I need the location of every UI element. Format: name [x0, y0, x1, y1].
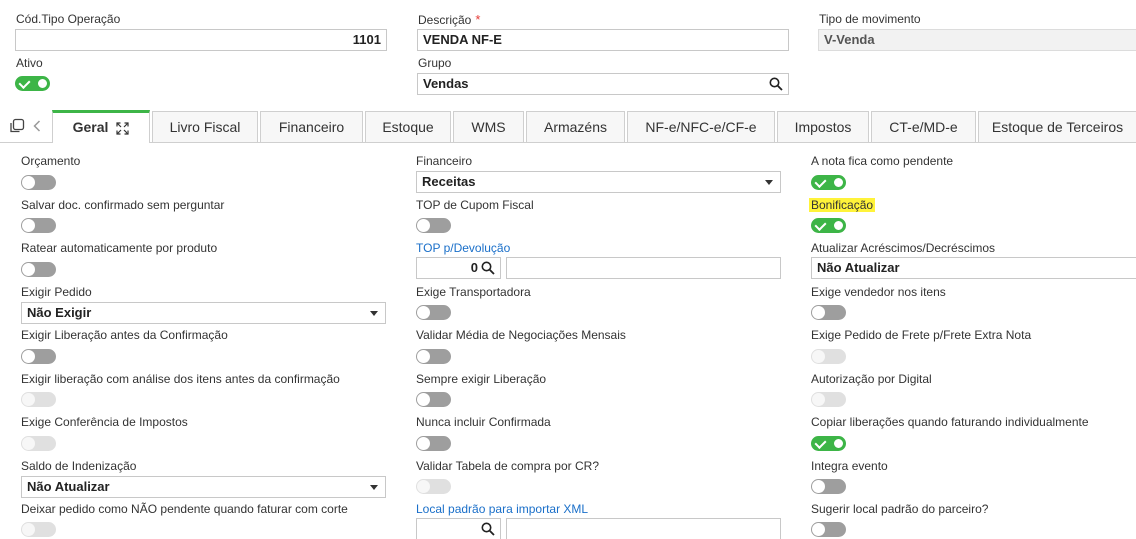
salvar-doc-toggle[interactable] [21, 218, 56, 233]
tab-estoque-terceiros[interactable]: Estoque de Terceiros [978, 111, 1136, 142]
top-devolucao-description-input[interactable] [506, 257, 781, 279]
chevron-left-icon[interactable] [32, 120, 42, 132]
search-icon[interactable] [481, 522, 495, 536]
exigir-liberacao-toggle[interactable] [21, 349, 56, 364]
exige-vendedor-toggle[interactable] [811, 305, 846, 320]
chevron-down-icon [370, 485, 378, 490]
saldo-indenizacao-value: Não Atualizar [27, 479, 110, 494]
top-devolucao-value: 0 [470, 260, 478, 275]
copy-icon[interactable] [9, 118, 25, 134]
search-icon[interactable] [769, 77, 783, 91]
integra-evento-toggle[interactable] [811, 479, 846, 494]
financeiro-select[interactable]: Receitas [416, 171, 781, 193]
atualizar-acrescimos-select[interactable]: Não Atualizar [811, 257, 1136, 279]
integra-evento-label: Integra evento [811, 459, 888, 473]
descricao-label: Descrição * [418, 12, 481, 27]
bonificacao-label: Bonificação [809, 198, 876, 212]
descricao-input[interactable]: VENDA NF-E [417, 29, 789, 51]
exigir-liberacao-label: Exigir Liberação antes da Confirmação [21, 328, 228, 342]
autorizacao-digital-toggle[interactable] [811, 392, 846, 407]
deixar-pedido-toggle[interactable] [21, 522, 56, 537]
sugerir-local-toggle[interactable] [811, 522, 846, 537]
top-cupom-toggle[interactable] [416, 218, 451, 233]
local-padrao-code-input[interactable] [416, 518, 501, 539]
tab-estoque[interactable]: Estoque [365, 111, 451, 142]
validar-media-toggle[interactable] [416, 349, 451, 364]
ativo-toggle[interactable] [15, 76, 50, 91]
tab-armazens[interactable]: Armazéns [526, 111, 625, 142]
top-devolucao-link[interactable]: TOP p/Devolução [416, 241, 510, 255]
salvar-doc-label: Salvar doc. confirmado sem perguntar [21, 198, 225, 212]
ratear-label: Ratear automaticamente por produto [21, 241, 218, 255]
exige-transportadora-label: Exige Transportadora [416, 285, 531, 299]
top-cupom-label: TOP de Cupom Fiscal [416, 198, 534, 212]
grupo-value: Vendas [423, 76, 469, 91]
exigir-liberacao-analise-toggle[interactable] [21, 392, 56, 407]
exige-pedido-frete-toggle[interactable] [811, 349, 846, 364]
tab-impostos[interactable]: Impostos [777, 111, 869, 142]
grupo-input[interactable]: Vendas [417, 73, 789, 95]
tab-wms[interactable]: WMS [453, 111, 524, 142]
nunca-incluir-label: Nunca incluir Confirmada [416, 415, 551, 429]
ratear-toggle[interactable] [21, 262, 56, 277]
exigir-pedido-select[interactable]: Não Exigir [21, 302, 386, 324]
financeiro-value: Receitas [422, 174, 476, 189]
validar-tabela-toggle[interactable] [416, 479, 451, 494]
cod-tipo-operacao-label: Cód.Tipo Operação [16, 12, 121, 26]
tipo-movimento-input: V-Venda [818, 29, 1136, 51]
exigir-pedido-label: Exigir Pedido [21, 285, 92, 299]
saldo-indenizacao-label: Saldo de Indenização [21, 459, 137, 473]
tab-financeiro[interactable]: Financeiro [260, 111, 363, 142]
deixar-pedido-label: Deixar pedido como NÃO pendente quando f… [21, 502, 348, 516]
tab-nfe-nfce-cfe[interactable]: NF-e/NFC-e/CF-e [627, 111, 775, 142]
ativo-label: Ativo [16, 56, 43, 70]
orcamento-label: Orçamento [21, 154, 81, 168]
local-padrao-description-input[interactable] [506, 518, 781, 539]
exige-vendedor-label: Exige vendedor nos itens [811, 285, 946, 299]
tab-geral[interactable]: Geral [52, 110, 150, 143]
bonificacao-toggle[interactable] [811, 218, 846, 233]
chevron-down-icon [370, 311, 378, 316]
orcamento-toggle[interactable] [21, 175, 56, 190]
nunca-incluir-toggle[interactable] [416, 436, 451, 451]
financeiro-label: Financeiro [416, 154, 473, 168]
cod-tipo-operacao-input[interactable]: 1101 [15, 29, 387, 51]
atualizar-acrescimos-label: Atualizar Acréscimos/Decréscimos [811, 241, 996, 255]
sempre-exigir-liberacao-label: Sempre exigir Liberação [416, 372, 547, 386]
tab-livro-fiscal[interactable]: Livro Fiscal [152, 111, 258, 142]
nota-pendente-label: A nota fica como pendente [811, 154, 954, 168]
tab-cte-mde[interactable]: CT-e/MD-e [871, 111, 976, 142]
chevron-down-icon [765, 180, 773, 185]
exigir-pedido-value: Não Exigir [27, 305, 92, 320]
exigir-liberacao-analise-label: Exigir liberação com análise dos itens a… [21, 372, 340, 386]
exige-conferencia-label: Exige Conferência de Impostos [21, 415, 188, 429]
local-padrao-link[interactable]: Local padrão para importar XML [416, 502, 588, 516]
exige-transportadora-toggle[interactable] [416, 305, 451, 320]
grupo-label: Grupo [418, 56, 452, 70]
nota-pendente-toggle[interactable] [811, 175, 846, 190]
search-icon[interactable] [481, 261, 495, 275]
sempre-exigir-liberacao-toggle[interactable] [416, 392, 451, 407]
tab-geral-label: Geral [72, 119, 109, 135]
required-marker: * [475, 12, 481, 27]
saldo-indenizacao-select[interactable]: Não Atualizar [21, 476, 386, 498]
exige-pedido-frete-label: Exige Pedido de Frete p/Frete Extra Nota [811, 328, 1032, 342]
copiar-liberacoes-toggle[interactable] [811, 436, 846, 451]
exige-conferencia-toggle[interactable] [21, 436, 56, 451]
sugerir-local-label: Sugerir local padrão do parceiro? [811, 502, 989, 516]
validar-media-label: Validar Média de Negociações Mensais [416, 328, 626, 342]
autorizacao-digital-label: Autorização por Digital [811, 372, 932, 386]
validar-tabela-label: Validar Tabela de compra por CR? [416, 459, 599, 473]
tipo-movimento-label: Tipo de movimento [819, 12, 921, 26]
expand-icon[interactable] [116, 122, 130, 135]
copiar-liberacoes-label: Copiar liberações quando faturando indiv… [811, 415, 1089, 429]
top-devolucao-code-input[interactable]: 0 [416, 257, 501, 279]
